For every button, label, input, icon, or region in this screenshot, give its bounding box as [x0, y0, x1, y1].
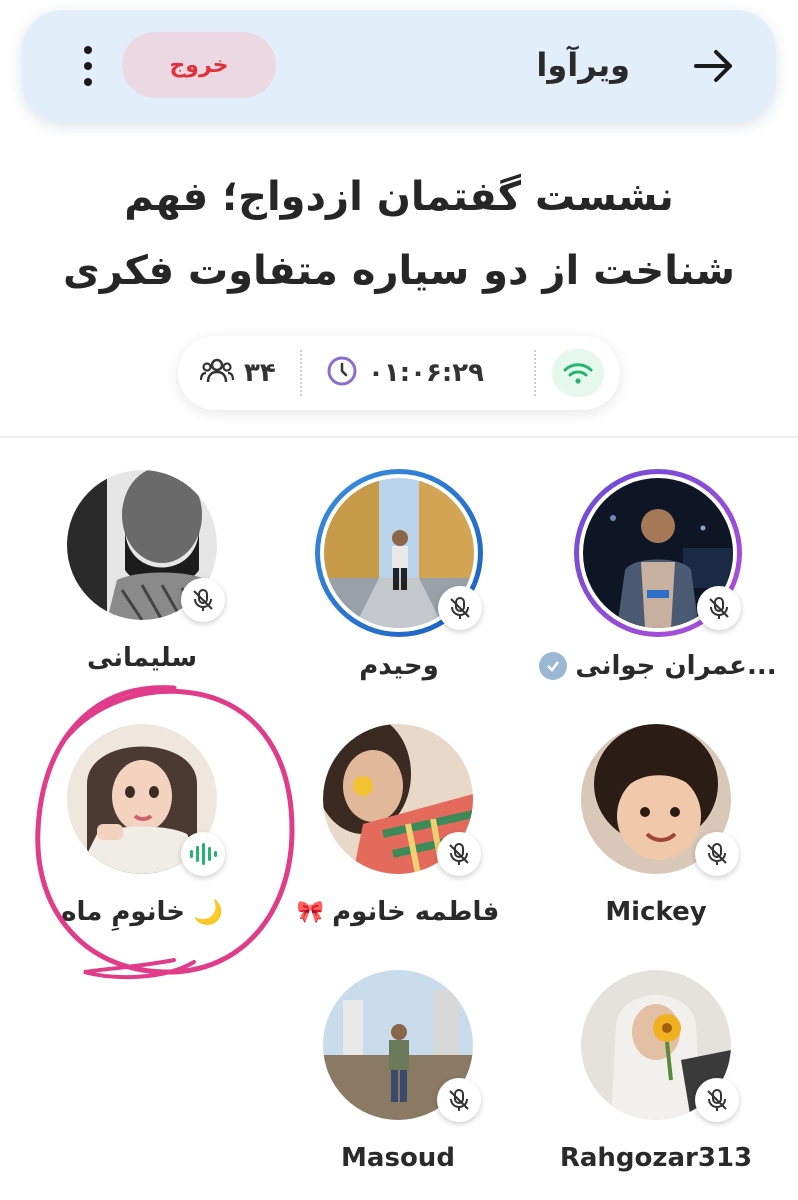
room-title: نشست گفتمان ازدواج؛ فهم شناخت از دو سیار…	[40, 160, 758, 308]
room-title-line2: شناخت از دو سیاره متفاوت فکری	[63, 248, 735, 294]
room-stats: ۳۴ ۰۱:۰۶:۲۹	[178, 336, 620, 410]
room-title-line1: نشست گفتمان ازدواج؛ فهم	[124, 174, 674, 220]
participant-name: خانومِ ماه 🌙	[61, 897, 223, 927]
room-timer: ۰۱:۰۶:۲۹	[326, 353, 484, 393]
app-title: ویرآوا	[536, 46, 630, 84]
wifi-icon	[552, 349, 604, 397]
participant-name: Masoud	[341, 1143, 455, 1173]
moon-emoji-icon: 🌙	[193, 898, 223, 926]
participant-card[interactable]: 🎀 فاطمه خانوم	[278, 724, 518, 954]
section-divider	[0, 436, 798, 438]
mic-off-icon	[697, 586, 741, 630]
participant-name: سلیمانی	[86, 643, 198, 673]
timer-value: ۰۱:۰۶:۲۹	[368, 358, 485, 388]
participant-card[interactable]: خانومِ ماه 🌙	[22, 724, 262, 954]
participant-card[interactable]: وحیدم	[279, 469, 519, 708]
exit-button[interactable]: خروج	[122, 32, 276, 98]
top-bar: خروج ویرآوا	[22, 10, 776, 122]
participant-name: Mickey	[605, 897, 707, 927]
clock-icon	[326, 355, 358, 391]
participant-name: وحیدم	[359, 651, 439, 681]
arrow-right-icon[interactable]	[692, 44, 736, 88]
voice-room-screen: خروج ویرآوا نشست گفتمان ازدواج؛ فهم شناخ…	[0, 0, 798, 1200]
participant-name: 🎀 فاطمه خانوم	[296, 897, 500, 927]
listener-count-value: ۳۴	[244, 358, 276, 388]
mic-off-icon	[181, 578, 225, 622]
verified-badge-icon	[539, 652, 568, 680]
mic-off-icon	[437, 832, 481, 876]
participant-card[interactable]: Rahgozar313	[536, 970, 776, 1200]
mic-off-icon	[695, 832, 739, 876]
participant-name: Rahgozar313	[559, 1143, 753, 1173]
more-vertical-icon[interactable]	[78, 46, 98, 86]
audio-wave-icon	[181, 832, 225, 876]
divider	[534, 350, 536, 396]
participant-name: عمران جوانی...	[538, 646, 778, 686]
participant-card[interactable]: Masoud	[278, 970, 518, 1200]
participant-card[interactable]: سلیمانی	[22, 470, 262, 700]
mic-off-icon	[438, 586, 482, 630]
listener-count[interactable]: ۳۴	[199, 353, 276, 393]
participant-card[interactable]: Mickey	[536, 724, 776, 954]
participant-card[interactable]: عمران جوانی...	[538, 469, 778, 708]
bow-emoji-icon: 🎀	[296, 899, 325, 925]
users-icon	[199, 356, 235, 390]
mic-off-icon	[437, 1078, 481, 1122]
divider	[300, 350, 302, 396]
mic-off-icon	[695, 1078, 739, 1122]
